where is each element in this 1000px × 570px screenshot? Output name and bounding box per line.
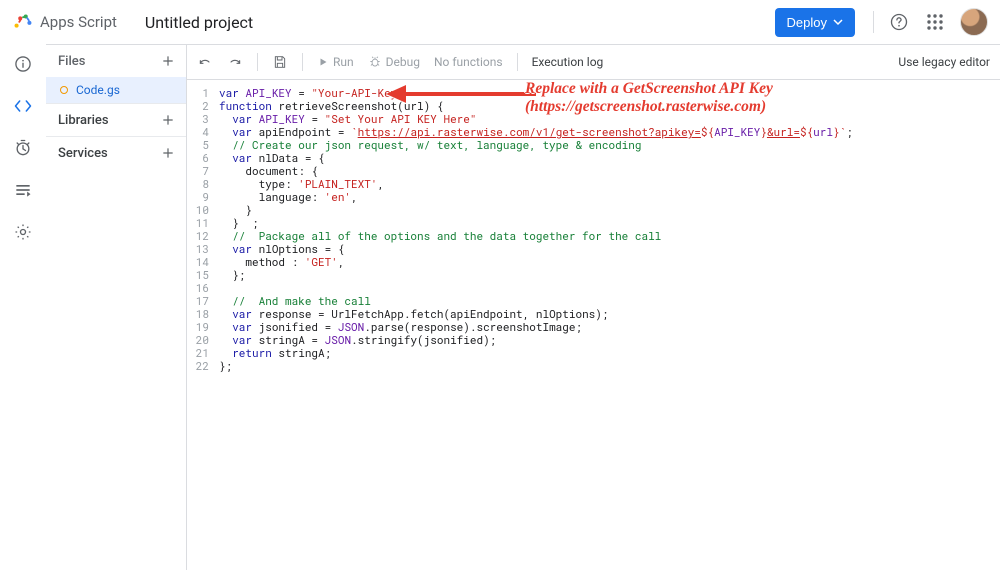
add-service-button[interactable] [160, 145, 176, 161]
services-heading-row: Services [46, 136, 186, 169]
save-button[interactable] [272, 54, 288, 70]
use-legacy-editor-link[interactable]: Use legacy editor [898, 55, 990, 69]
logo-text: Apps Script [40, 13, 117, 31]
apps-script-logo-icon [12, 11, 34, 33]
left-rail [0, 44, 46, 570]
project-name[interactable]: Untitled project [145, 13, 253, 32]
execution-log-button[interactable]: Execution log [532, 55, 604, 69]
chevron-down-icon [833, 17, 843, 27]
files-heading-row: Files [46, 45, 186, 77]
unsaved-indicator-icon [60, 86, 68, 94]
file-name-label: Code.gs [76, 83, 120, 97]
logo[interactable]: Apps Script [12, 11, 117, 33]
line-number-gutter: 12345678910111213141516171819202122 [187, 86, 219, 570]
triggers-icon[interactable] [11, 136, 35, 160]
add-library-button[interactable] [160, 112, 176, 128]
add-file-button[interactable] [160, 53, 176, 69]
header: Apps Script Untitled project Deploy [0, 0, 1000, 44]
bug-icon [368, 55, 382, 69]
run-button[interactable]: Run [317, 55, 354, 69]
files-heading: Files [58, 54, 85, 69]
libraries-heading-row: Libraries [46, 103, 186, 136]
executions-icon[interactable] [11, 178, 35, 202]
account-avatar[interactable] [960, 8, 988, 36]
deploy-button[interactable]: Deploy [775, 8, 855, 37]
editor-icon[interactable] [11, 94, 35, 118]
play-icon [317, 56, 329, 68]
undo-button[interactable] [197, 54, 213, 70]
info-icon[interactable] [11, 52, 35, 76]
redo-button[interactable] [227, 54, 243, 70]
editor-toolbar: Run Debug No functions Execution log Use… [187, 44, 1000, 80]
services-heading: Services [58, 146, 108, 161]
code-content[interactable]: var API_KEY = "Your-API-Key"function ret… [219, 86, 1000, 570]
header-divider [873, 11, 874, 33]
debug-button[interactable]: Debug [368, 55, 420, 69]
libraries-heading: Libraries [58, 113, 109, 128]
file-item-code-gs[interactable]: Code.gs [46, 77, 186, 103]
settings-icon[interactable] [11, 220, 35, 244]
code-editor[interactable]: 12345678910111213141516171819202122 var … [187, 80, 1000, 570]
files-panel: Files Code.gs Libraries Services [46, 44, 186, 570]
editor-area: Run Debug No functions Execution log Use… [186, 44, 1000, 570]
function-select[interactable]: No functions [434, 55, 503, 69]
help-icon[interactable] [888, 11, 910, 33]
apps-grid-icon[interactable] [924, 11, 946, 33]
